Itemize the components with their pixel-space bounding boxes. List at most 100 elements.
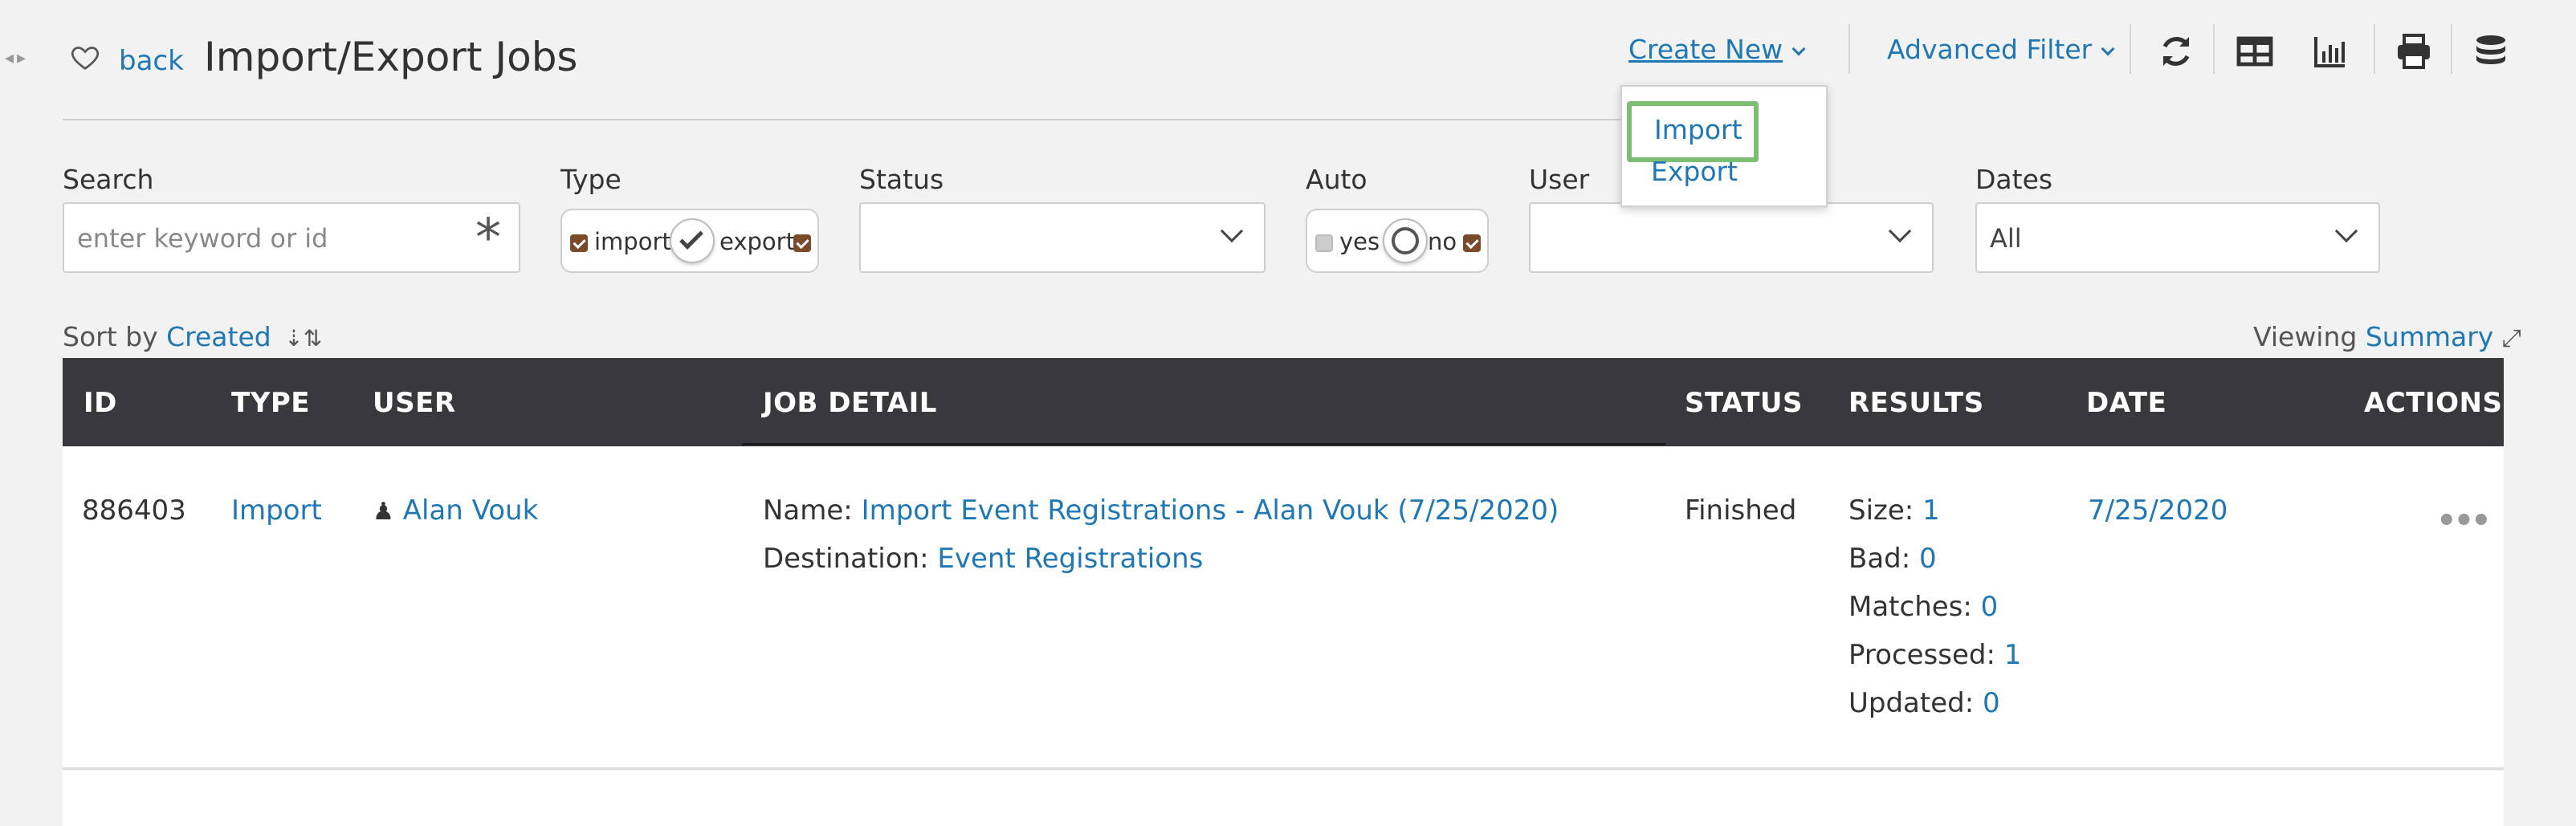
- divider: [2130, 24, 2131, 74]
- row-date-link[interactable]: 7/25/2020: [2088, 486, 2228, 535]
- result-label: Updated:: [1848, 687, 1975, 719]
- result-value-link[interactable]: 0: [1983, 687, 2000, 719]
- toggle-knob[interactable]: [1383, 218, 1428, 263]
- type-export-label: export: [719, 228, 795, 255]
- result-value-link[interactable]: 0: [1981, 591, 1999, 623]
- advanced-filter-label: Advanced Filter: [1887, 34, 2093, 65]
- viewing-control: Viewing Summary ⤢: [2253, 321, 2521, 352]
- asterisk-icon[interactable]: *: [475, 209, 501, 268]
- sort-field-link[interactable]: Created: [166, 321, 271, 352]
- sort-prefix: Sort by: [63, 321, 158, 352]
- result-size: Size: 1: [1848, 486, 1940, 535]
- search-input[interactable]: enter keyword or id *: [63, 202, 520, 273]
- column-header-job-detail[interactable]: JOB DETAIL: [763, 387, 937, 419]
- back-link[interactable]: back: [119, 45, 184, 77]
- row-job-name: Name: Import Event Registrations - Alan …: [763, 486, 1559, 535]
- chevron-down-icon: [2334, 219, 2358, 243]
- user-icon: ♟: [373, 498, 394, 526]
- row-user-link[interactable]: Alan Vouk: [403, 494, 539, 527]
- export-checkbox[interactable]: [793, 234, 811, 252]
- divider: [2213, 24, 2215, 74]
- result-processed: Processed: 1: [1848, 631, 2021, 679]
- dates-label: Dates: [1975, 164, 2053, 195]
- auto-toggle[interactable]: yes no: [1306, 209, 1489, 273]
- circle-icon: [1392, 227, 1419, 254]
- no-checkbox[interactable]: [1463, 234, 1481, 252]
- create-new-button[interactable]: Create New: [1628, 34, 1806, 65]
- status-select[interactable]: [859, 202, 1266, 273]
- auto-yes-label: yes: [1339, 228, 1380, 255]
- yes-checkbox[interactable]: [1315, 234, 1333, 252]
- result-label: Processed:: [1848, 639, 1995, 671]
- search-placeholder: enter keyword or id: [77, 223, 328, 254]
- more-actions-icon[interactable]: •••: [2436, 503, 2492, 539]
- import-checkbox[interactable]: [570, 234, 588, 252]
- menu-item-import[interactable]: Import: [1627, 101, 1759, 162]
- row-id: 886403: [82, 494, 186, 527]
- divider: [1848, 24, 1850, 74]
- result-updated: Updated: 0: [1848, 679, 2000, 727]
- database-icon[interactable]: [2472, 32, 2510, 71]
- chevron-down-icon: [1220, 219, 1244, 243]
- divider: [2451, 24, 2452, 74]
- sort-direction-icon[interactable]: ⇣⇅: [284, 325, 322, 352]
- toggle-knob[interactable]: [670, 218, 715, 263]
- column-header-status[interactable]: STATUS: [1685, 387, 1803, 419]
- print-icon[interactable]: [2395, 32, 2433, 71]
- type-toggle[interactable]: import export: [560, 209, 819, 273]
- status-label: Status: [859, 164, 944, 195]
- sort-control: Sort by Created ⇣⇅: [63, 321, 322, 352]
- advanced-filter-button[interactable]: Advanced Filter: [1887, 34, 2115, 65]
- result-matches: Matches: 0: [1848, 583, 1998, 631]
- dates-value: All: [1990, 223, 2022, 254]
- chevron-down-icon: [2101, 42, 2115, 56]
- row-divider: [63, 767, 2504, 770]
- type-import-label: import: [594, 228, 671, 255]
- auto-label: Auto: [1306, 164, 1367, 195]
- table-header: ID TYPE USER JOB DETAIL STATUS RESULTS D…: [63, 358, 2504, 446]
- row-user: ♟ Alan Vouk: [373, 486, 538, 536]
- heart-icon[interactable]: [69, 42, 101, 74]
- check-icon: [679, 226, 703, 250]
- chevron-down-icon: [1791, 42, 1806, 56]
- column-header-user[interactable]: USER: [373, 387, 456, 419]
- result-value-link[interactable]: 0: [1919, 543, 1937, 575]
- refresh-icon[interactable]: [2157, 32, 2195, 71]
- job-name-link[interactable]: Import Event Registrations - Alan Vouk (…: [862, 494, 1559, 527]
- result-label: Size:: [1848, 494, 1914, 527]
- row-type-link[interactable]: Import: [231, 486, 322, 535]
- column-header-results[interactable]: RESULTS: [1848, 387, 1984, 419]
- auto-no-label: no: [1428, 228, 1457, 255]
- menu-item-export[interactable]: Export: [1651, 156, 1738, 187]
- result-value-link[interactable]: 1: [1922, 494, 1940, 527]
- user-select[interactable]: [1529, 202, 1934, 273]
- row-status: Finished: [1685, 494, 1797, 527]
- result-label: Bad:: [1848, 543, 1911, 575]
- viewing-mode-link[interactable]: Summary: [2366, 321, 2493, 352]
- column-header-type[interactable]: TYPE: [231, 387, 310, 419]
- result-value-link[interactable]: 1: [2004, 639, 2022, 671]
- menu-item-import-label: Import: [1654, 114, 1742, 145]
- row-destination: Destination: Event Registrations: [763, 535, 1203, 583]
- expand-icon[interactable]: ⤢: [2502, 324, 2521, 352]
- page-title: Import/Export Jobs: [204, 34, 578, 80]
- column-header-date[interactable]: DATE: [2086, 387, 2166, 419]
- user-label: User: [1529, 164, 1590, 195]
- bar-chart-icon[interactable]: [2311, 32, 2350, 71]
- job-name-label: Name:: [763, 494, 853, 527]
- type-label: Type: [560, 164, 622, 195]
- column-header-id[interactable]: ID: [84, 387, 117, 419]
- destination-label: Destination:: [763, 543, 929, 575]
- dates-select[interactable]: All: [1975, 202, 2380, 273]
- history-arrows-icon[interactable]: ◂▸: [5, 48, 29, 68]
- create-new-label: Create New: [1628, 34, 1783, 65]
- destination-link[interactable]: Event Registrations: [937, 543, 1203, 575]
- divider: [2374, 24, 2375, 74]
- search-label: Search: [63, 164, 154, 195]
- table-icon[interactable]: [2236, 32, 2274, 71]
- column-sort-indicator: [742, 443, 1665, 446]
- viewing-prefix: Viewing: [2253, 321, 2358, 352]
- header-divider: [63, 119, 1701, 120]
- result-bad: Bad: 0: [1848, 535, 1937, 583]
- result-label: Matches:: [1848, 591, 1972, 623]
